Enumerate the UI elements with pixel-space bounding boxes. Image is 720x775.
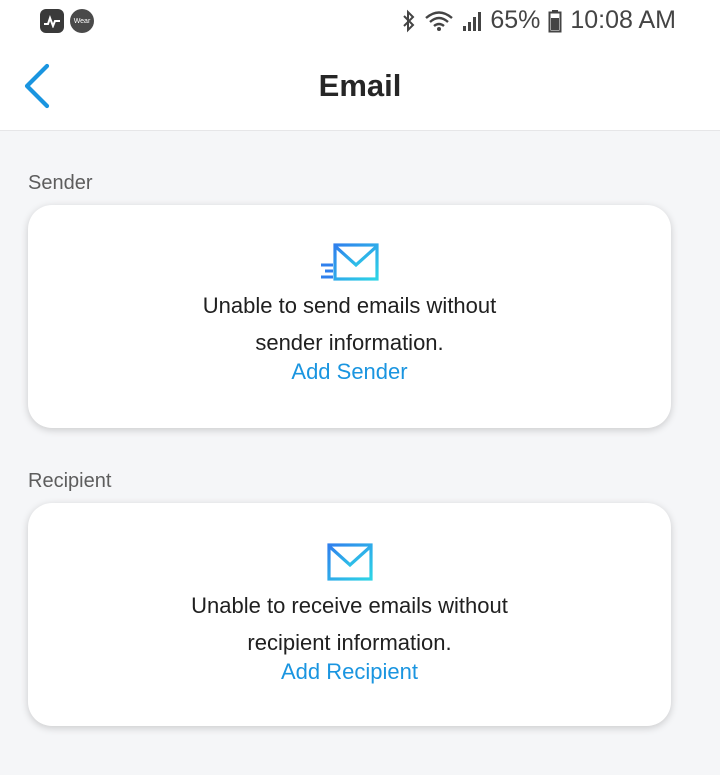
status-notification-icons: Wear: [40, 9, 94, 33]
sender-card: Unable to send emails without sender inf…: [28, 205, 671, 428]
wear-os-icon: Wear: [70, 9, 94, 33]
clock: 10:08 AM: [570, 6, 676, 34]
recipient-message: Unable to receive emails without recipie…: [191, 593, 508, 655]
page-title: Email: [318, 68, 402, 103]
email-icon: [326, 543, 373, 581]
status-system-icons: 65% 10:08 AM: [402, 6, 676, 35]
sender-section-label: Sender: [28, 172, 93, 194]
add-sender-button[interactable]: Add Sender: [291, 359, 407, 385]
pulse-app-icon: [40, 9, 64, 33]
email-send-icon: [320, 243, 379, 281]
battery-icon: [548, 9, 562, 33]
battery-percent: 65%: [490, 6, 541, 34]
signal-icon: [462, 10, 482, 32]
add-recipient-button[interactable]: Add Recipient: [281, 659, 418, 685]
recipient-section-label: Recipient: [28, 470, 112, 492]
wear-label: Wear: [73, 17, 91, 25]
status-bar: Wear 65% 10:08 AM: [0, 0, 720, 44]
bluetooth-icon: [402, 9, 416, 33]
sender-message: Unable to send emails without sender inf…: [202, 293, 497, 355]
app-header: Email: [0, 44, 720, 131]
recipient-card: Unable to receive emails without recipie…: [28, 503, 671, 726]
wifi-icon: [424, 10, 454, 32]
